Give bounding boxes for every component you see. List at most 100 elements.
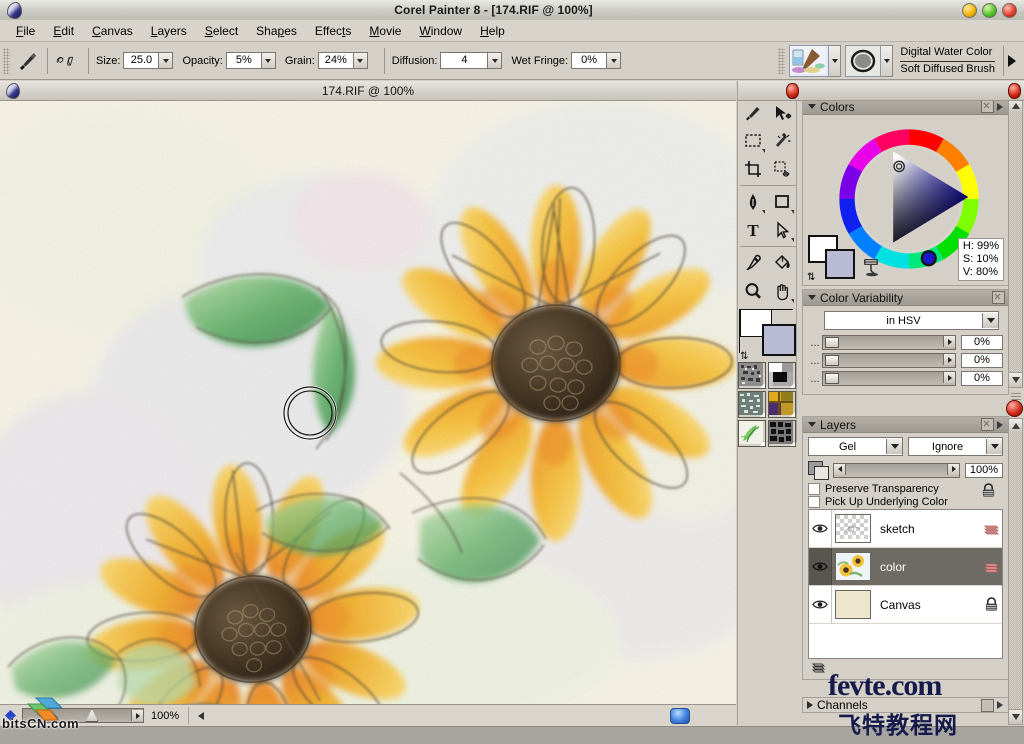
minimize-button[interactable] xyxy=(962,2,977,18)
triangle-collapse-icon[interactable] xyxy=(808,422,816,427)
zoom-slider-end-arrow[interactable] xyxy=(131,710,143,721)
scrollbar-track[interactable] xyxy=(1009,433,1022,710)
close-box-icon[interactable] xyxy=(981,698,994,712)
layer-visibility-toggle[interactable] xyxy=(809,548,832,585)
colors-swatch-pair[interactable]: ⇅ xyxy=(807,235,855,283)
size-field[interactable]: Size: 25.0 xyxy=(96,52,174,69)
brush-palette-icon[interactable] xyxy=(789,44,830,77)
dock-knob-1[interactable] xyxy=(786,83,799,99)
grain-field[interactable]: Grain: 24% xyxy=(285,52,368,69)
palette-resize-grip[interactable] xyxy=(1010,391,1022,400)
close-box-icon[interactable] xyxy=(981,100,994,113)
menu-select[interactable]: Select xyxy=(196,22,247,40)
blue-blob-icon[interactable] xyxy=(670,707,690,724)
triangle-collapse-icon[interactable] xyxy=(808,295,816,300)
grain-combo[interactable]: 24% xyxy=(317,52,368,69)
layer-list[interactable]: sketch color Canvas xyxy=(808,509,1003,659)
layer-name[interactable]: sketch xyxy=(880,522,980,536)
chevron-down-icon[interactable] xyxy=(487,53,502,68)
menu-canvas[interactable]: Canvas xyxy=(83,22,142,40)
weave-icon[interactable] xyxy=(768,391,796,418)
tool-flyout-arrow-icon[interactable] xyxy=(762,210,765,214)
brush-category-dropdown[interactable] xyxy=(829,44,842,77)
composite-depth-select[interactable]: Ignore xyxy=(908,437,1003,456)
new-layer-icon[interactable] xyxy=(811,661,827,675)
close-box-icon[interactable] xyxy=(992,291,1005,304)
back-color-swatch[interactable] xyxy=(762,324,796,356)
flyout-arrow-icon[interactable] xyxy=(997,701,1003,709)
image-hose-nozzle-icon[interactable] xyxy=(738,420,766,447)
flyout-arrow-icon[interactable] xyxy=(997,420,1003,429)
maximize-button[interactable] xyxy=(982,2,997,18)
menu-effects[interactable]: Effects xyxy=(306,22,360,40)
chevron-down-icon[interactable] xyxy=(982,313,998,328)
grabber-tool[interactable] xyxy=(767,277,796,305)
text-tool[interactable]: T xyxy=(738,216,767,244)
main-color-swatches[interactable]: ⇅ xyxy=(739,308,796,362)
layer-mask-icon[interactable] xyxy=(808,461,829,480)
diffusion-value[interactable]: 4 xyxy=(441,53,488,68)
opacity-value[interactable]: 5% xyxy=(226,53,261,68)
menu-file[interactable]: File xyxy=(7,22,44,40)
size-value[interactable]: 25.0 xyxy=(124,53,159,68)
chevron-down-icon[interactable] xyxy=(260,53,275,68)
brush-tool[interactable] xyxy=(738,99,767,127)
pick-up-underlying-color-checkbox[interactable]: Pick Up Underlying Color xyxy=(808,496,980,508)
hue-variability[interactable] xyxy=(822,335,956,350)
value-variability[interactable] xyxy=(822,371,956,386)
opacity-combo[interactable]: 5% xyxy=(225,52,276,69)
chevron-down-icon[interactable] xyxy=(158,53,173,68)
rectangular-shape-tool[interactable] xyxy=(767,188,796,216)
expand-arrow-icon[interactable] xyxy=(807,701,813,709)
menu-layers[interactable]: Layers xyxy=(142,22,196,40)
document-title-bar[interactable]: 174.RIF @ 100% xyxy=(0,81,736,101)
lock-icon[interactable] xyxy=(980,483,997,498)
brush-selector-gripper[interactable] xyxy=(778,47,786,74)
layer-name[interactable]: Canvas xyxy=(880,598,980,612)
painting-canvas[interactable] xyxy=(0,101,736,704)
layer-adjuster-tool[interactable] xyxy=(767,99,796,127)
back-color-swatch[interactable] xyxy=(825,249,855,279)
magnifier-tool[interactable] xyxy=(738,277,767,305)
zoom-slider-thumb[interactable] xyxy=(85,709,99,722)
chevron-down-icon[interactable] xyxy=(352,53,367,68)
clone-color-icon[interactable] xyxy=(861,255,883,277)
colors-palette-header[interactable]: Colors xyxy=(803,99,1008,115)
property-bar-gripper[interactable] xyxy=(3,47,10,74)
diffusion-combo[interactable]: 4 xyxy=(440,52,503,69)
menu-edit[interactable]: Edit xyxy=(44,22,83,40)
layer-opacity-slider[interactable] xyxy=(833,462,960,478)
layer-opacity-value[interactable]: 100% xyxy=(965,462,1003,478)
wet-fringe-value[interactable]: 0% xyxy=(572,53,607,68)
dock-knob-top[interactable] xyxy=(1006,400,1023,417)
menu-window[interactable]: Window xyxy=(410,22,471,40)
value-variability-value[interactable]: 0% xyxy=(961,371,1003,386)
color-variability-header[interactable]: Color Variability xyxy=(803,290,1008,306)
left-arrow-icon[interactable] xyxy=(198,711,205,720)
diffusion-field[interactable]: Diffusion: 4 xyxy=(392,52,503,69)
layer-visibility-toggle[interactable] xyxy=(809,586,832,623)
paint-bucket-tool[interactable] xyxy=(767,249,796,277)
shape-selection-tool[interactable] xyxy=(767,216,796,244)
layer-name[interactable]: color xyxy=(880,560,980,574)
saturation-variability-value[interactable]: 0% xyxy=(961,353,1003,368)
scroll-up-arrow[interactable] xyxy=(1009,419,1022,434)
brush-icon[interactable] xyxy=(14,48,40,74)
rectangular-selection-tool[interactable] xyxy=(738,127,767,155)
tool-flyout-arrow-icon[interactable] xyxy=(762,149,765,153)
swap-colors-icon[interactable]: ⇅ xyxy=(807,272,815,283)
tool-flyout-arrow-icon[interactable] xyxy=(791,238,794,242)
layer-row-color[interactable]: color xyxy=(809,548,1002,586)
hue-variability-value[interactable]: 0% xyxy=(961,335,1003,350)
crop-tool[interactable] xyxy=(738,155,767,183)
close-button[interactable] xyxy=(1002,2,1017,18)
gradient-icon[interactable] xyxy=(768,362,796,389)
pen-tool[interactable] xyxy=(738,188,767,216)
preserve-transparency-checkbox[interactable]: Preserve Transparency xyxy=(808,483,980,495)
scrollbar-track[interactable] xyxy=(1009,113,1022,373)
chevron-down-icon[interactable] xyxy=(886,439,902,454)
selection-adjuster-tool[interactable] xyxy=(767,155,796,183)
wet-fringe-combo[interactable]: 0% xyxy=(571,52,622,69)
scroll-down-arrow[interactable] xyxy=(1009,372,1022,387)
chevron-down-icon[interactable] xyxy=(986,439,1002,454)
